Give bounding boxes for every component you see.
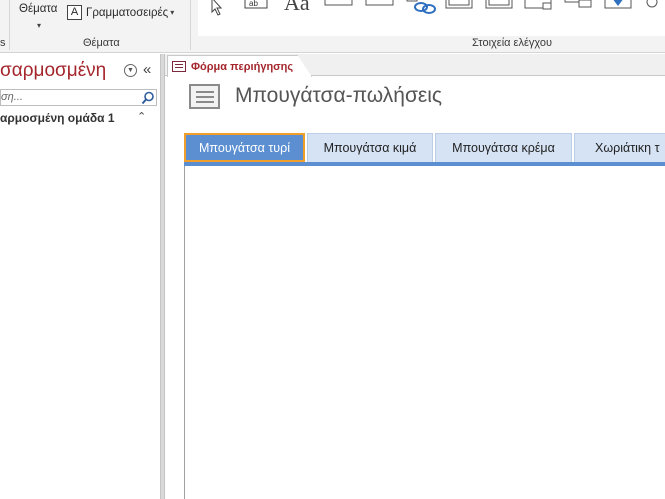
fonts-button-label: Γραμματοσειρές [86, 6, 169, 19]
themes-button-label: Θέματα [19, 3, 58, 15]
form-header: Μπουγάτσα-πωλήσεις [165, 77, 665, 122]
navigation-pane: σαρμοσμένη ▼ « ση... αρμοσμένη ομάδα 1 ⌃ [0, 54, 160, 499]
nav-tab-cheese-bougatsa[interactable]: Μπουγάτσα τυρί [184, 133, 305, 162]
svg-text:ab: ab [249, 0, 258, 8]
controls-gallery[interactable]: ab Aa [198, 0, 665, 36]
nav-search-placeholder: ση... [1, 91, 23, 103]
ribbon-group-separator [190, 0, 191, 50]
chevron-down-icon: ▾ [170, 8, 175, 17]
tab-control-icon[interactable] [365, 0, 395, 8]
nav-tab-label: Μπουγάτσα τυρί [199, 140, 290, 155]
document-tab-label: Φόρμα περιήγησης [191, 60, 294, 73]
nav-tab-label: Μπουγάτσα κρέμα [452, 141, 555, 155]
more-controls-icon[interactable] [642, 0, 662, 12]
themes-button[interactable]: Θέματα [19, 3, 57, 15]
document-area: Φόρμα περιήγησης Μπουγάτσα-πωλήσεις Μπου… [165, 54, 665, 499]
document-tab-strip: Φόρμα περιήγησης [165, 54, 665, 77]
nav-tab-label: Χωριάτικη τ [595, 141, 660, 155]
form-logo-icon [189, 84, 220, 109]
option-group-control-icon[interactable] [524, 0, 556, 12]
search-icon[interactable] [141, 91, 155, 105]
nav-search-input[interactable]: ση... [0, 89, 157, 106]
web-browser-control-icon[interactable] [445, 0, 475, 12]
fonts-button[interactable]: A Γραμματοσειρές ▾ [67, 5, 174, 20]
nav-pane-title[interactable]: σαρμοσμένη [0, 60, 106, 82]
page-break-control-icon[interactable] [564, 0, 594, 12]
themes-dropdown-arrow-icon[interactable]: ▾ [37, 21, 41, 30]
ribbon-group-separator [9, 0, 10, 50]
nav-tab-cream-bougatsa[interactable]: Μπουγάτσα κρέμα [435, 133, 572, 162]
nav-pane-menu-chevron-down-icon[interactable]: ▼ [124, 64, 137, 77]
combo-box-control-icon[interactable] [604, 0, 634, 14]
previous-group-label-fragment: s [0, 37, 6, 49]
themes-group-label: Θέματα [83, 37, 120, 49]
subform-content-area[interactable] [184, 166, 665, 499]
document-tab-navigation-form[interactable]: Φόρμα περιήγησης [167, 55, 312, 77]
form-title: Μπουγάτσα-πωλήσεις [235, 84, 443, 107]
form-icon [172, 61, 186, 72]
navigation-tabs: Μπουγάτσα τυρί Μπουγάτσα κιμά Μπουγάτσα … [184, 133, 665, 163]
navigation-control-icon[interactable] [485, 0, 515, 12]
controls-group-label: Στοιχεία ελέγχου [472, 37, 552, 49]
collapse-pane-icon[interactable]: « [143, 61, 151, 78]
button-control-icon[interactable] [324, 0, 354, 8]
textbox-control-icon[interactable]: ab [244, 0, 270, 12]
ribbon: Θέματα ▾ A Γραμματοσειρές ▾ s Θέματα ab … [0, 0, 665, 53]
select-pointer-icon[interactable] [206, 0, 232, 16]
nav-tab-label: Μπουγάτσα κιμά [323, 141, 417, 155]
hyperlink-control-icon[interactable] [404, 0, 440, 16]
nav-tab-village-pie[interactable]: Χωριάτικη τ [574, 133, 665, 162]
nav-tab-mince-bougatsa[interactable]: Μπουγάτσα κιμά [307, 133, 433, 162]
label-control-icon[interactable]: Aa [284, 0, 310, 16]
font-letter-icon: A [67, 5, 82, 20]
chevron-up-double-icon[interactable]: ⌃ [137, 110, 146, 123]
nav-group-header[interactable]: αρμοσμένη ομάδα 1 [0, 111, 115, 125]
